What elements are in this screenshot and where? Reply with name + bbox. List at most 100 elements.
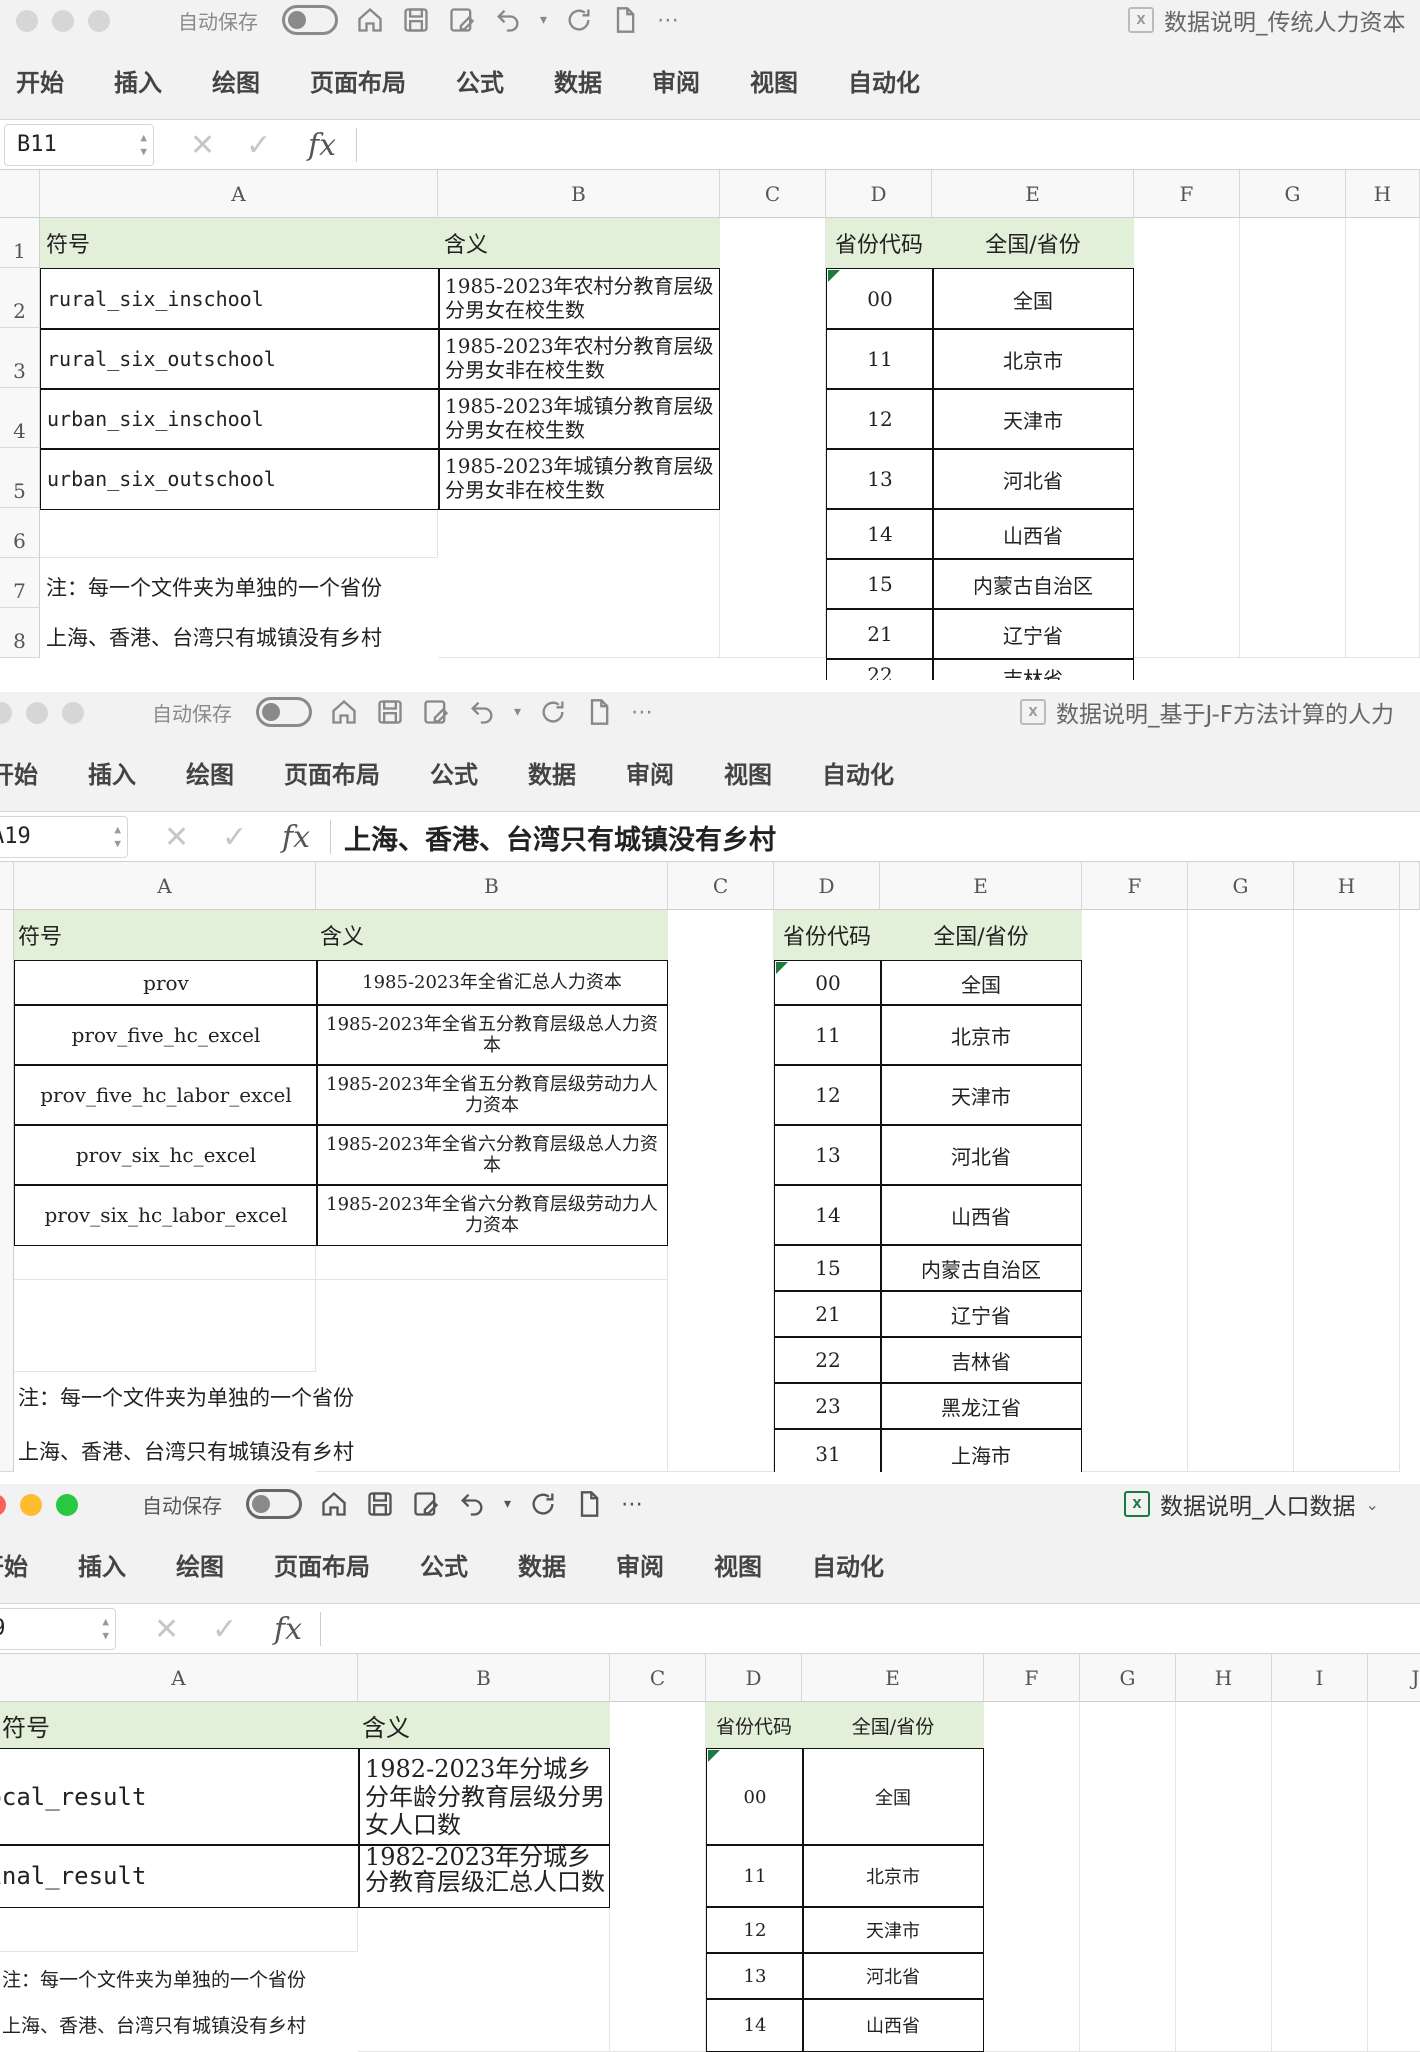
cancel-icon[interactable]: ✕ xyxy=(164,812,189,862)
column-header-b[interactable]: B xyxy=(438,170,720,218)
name-box[interactable]: B11 ▲ ▼ xyxy=(4,124,154,166)
name-box-stepper-icon[interactable]: ▲ ▼ xyxy=(140,131,147,159)
meaning-cell[interactable]: 1982-2023年分城乡分年龄分教育层级分男女人口数 xyxy=(358,1748,610,1846)
province-code-cell[interactable]: 14 xyxy=(826,508,934,560)
symbol-cell[interactable]: urban_six_inschool xyxy=(40,388,440,450)
province-code-cell[interactable]: 11 xyxy=(826,328,934,390)
minimize-window-icon[interactable] xyxy=(52,10,74,32)
row-header-strip[interactable] xyxy=(0,910,14,1472)
column-header-c[interactable]: C xyxy=(610,1654,706,1702)
select-all-corner[interactable] xyxy=(0,862,14,910)
province-name-cell[interactable]: 北京市 xyxy=(802,1844,984,1908)
province-name-cell[interactable]: 天津市 xyxy=(880,1064,1082,1126)
column-header-h[interactable]: H xyxy=(1176,1654,1272,1702)
province-name-cell[interactable]: 全国 xyxy=(932,268,1134,330)
meaning-cell[interactable]: 1985-2023年城镇分教育层级分男女非在校生数 xyxy=(438,448,720,510)
symbol-cell[interactable]: final_result xyxy=(0,1844,360,1908)
cell-a-empty[interactable] xyxy=(0,1906,358,1952)
column-header-e[interactable]: E xyxy=(932,170,1134,218)
row-header[interactable]: 5 xyxy=(0,448,40,508)
minimize-window-icon[interactable] xyxy=(20,1494,42,1516)
province-name-cell[interactable]: 北京市 xyxy=(932,328,1134,390)
province-code-cell[interactable]: 12 xyxy=(826,388,934,450)
close-window-icon[interactable] xyxy=(16,10,38,32)
autosave-toggle[interactable] xyxy=(282,5,338,35)
column-header-f[interactable]: F xyxy=(1134,170,1240,218)
more-icon[interactable]: ⋯ xyxy=(657,8,679,33)
undo-dropdown-icon[interactable]: ▾ xyxy=(540,12,547,28)
column-header-e[interactable]: E xyxy=(880,862,1082,910)
province-name-cell[interactable]: 上海市 xyxy=(880,1428,1082,1472)
tab-automate[interactable]: 自动化 xyxy=(848,63,920,98)
tab-view[interactable]: 视图 xyxy=(714,1547,762,1582)
column-header-h[interactable]: H xyxy=(1294,862,1400,910)
insert-function-icon[interactable]: fx xyxy=(274,1604,302,1654)
province-code-cell[interactable]: 12 xyxy=(774,1064,882,1126)
province-code-cell[interactable]: 21 xyxy=(826,608,934,660)
tab-view[interactable]: 视图 xyxy=(750,63,798,98)
zoom-window-icon[interactable] xyxy=(56,1494,78,1516)
grid-column-f[interactable] xyxy=(984,1702,1080,2052)
row-header[interactable]: 7 xyxy=(0,558,40,608)
name-box[interactable]: A19 ▲▼ xyxy=(0,816,128,858)
undo-dropdown-icon[interactable]: ▾ xyxy=(504,1496,511,1512)
province-name-cell[interactable]: 山西省 xyxy=(802,1998,984,2052)
confirm-icon[interactable]: ✓ xyxy=(246,120,271,170)
province-name-cell[interactable]: 北京市 xyxy=(880,1004,1082,1066)
cell-a6[interactable] xyxy=(40,508,438,558)
province-code-cell[interactable]: 23 xyxy=(774,1382,882,1430)
province-name-cell[interactable]: 全国 xyxy=(880,960,1082,1006)
grid-column-c[interactable] xyxy=(610,1702,706,2052)
column-header-e[interactable]: E xyxy=(802,1654,984,1702)
province-code-cell[interactable]: 14 xyxy=(774,1184,882,1246)
name-box-stepper-icon[interactable]: ▲ ▼ xyxy=(102,1615,109,1643)
cell-a-empty[interactable] xyxy=(14,1280,316,1372)
tab-review[interactable]: 审阅 xyxy=(652,63,700,98)
grid-column-h[interactable] xyxy=(1176,1702,1272,2052)
tab-automate[interactable]: 自动化 xyxy=(812,1547,884,1582)
column-header-b[interactable]: B xyxy=(316,862,668,910)
save-icon[interactable] xyxy=(402,6,430,34)
symbol-cell[interactable]: prov_five_hc_labor_excel xyxy=(14,1064,318,1126)
save-as-icon[interactable] xyxy=(448,6,476,34)
home-icon[interactable] xyxy=(330,698,358,726)
tab-insert[interactable]: 插入 xyxy=(78,1547,126,1582)
grid-column-h[interactable] xyxy=(1294,910,1400,1472)
province-code-cell[interactable]: 14 xyxy=(706,1998,804,2052)
grid-column-h[interactable] xyxy=(1346,218,1420,658)
confirm-icon[interactable]: ✓ xyxy=(222,812,247,862)
grid-column-j[interactable] xyxy=(1368,1702,1420,2052)
province-code-cell[interactable]: 00 xyxy=(706,1748,804,1846)
province-name-cell[interactable]: 辽宁省 xyxy=(880,1290,1082,1338)
name-box-stepper-icon[interactable]: ▲ ▼ xyxy=(114,823,121,851)
autosave-toggle[interactable] xyxy=(246,1489,302,1519)
province-code-cell[interactable]: 15 xyxy=(774,1244,882,1292)
column-header-h[interactable]: H xyxy=(1346,170,1420,218)
province-name-cell[interactable]: 河北省 xyxy=(932,448,1134,510)
province-name-cell[interactable]: 天津市 xyxy=(802,1906,984,1954)
symbol-cell[interactable]: prov xyxy=(14,960,318,1006)
row-header[interactable]: 1 xyxy=(0,218,40,268)
meaning-cell[interactable]: 1985-2023年农村分教育层级分男女非在校生数 xyxy=(438,328,720,390)
tab-view[interactable]: 视图 xyxy=(724,755,772,790)
province-code-cell[interactable]: 22 xyxy=(826,658,934,680)
grid-column-f[interactable] xyxy=(1134,218,1240,658)
province-name-cell[interactable]: 天津市 xyxy=(932,388,1134,450)
tab-insert[interactable]: 插入 xyxy=(88,755,136,790)
meaning-cell[interactable]: 1985-2023年全省五分教育层级劳动力人力资本 xyxy=(316,1064,668,1126)
note-cell[interactable]: 上海、香港、台湾只有城镇没有乡村 xyxy=(14,1418,514,1472)
column-header-g[interactable]: G xyxy=(1240,170,1346,218)
save-icon[interactable] xyxy=(376,698,404,726)
undo-icon[interactable] xyxy=(494,6,522,34)
grid-column-c[interactable] xyxy=(720,218,826,658)
meaning-cell[interactable]: 1985-2023年全省五分教育层级总人力资本 xyxy=(316,1004,668,1066)
note-cell[interactable]: 注：每一个文件夹为单独的一个省份 xyxy=(0,1952,500,1998)
meaning-cell[interactable]: 1985-2023年城镇分教育层级分男女在校生数 xyxy=(438,388,720,450)
row-header[interactable]: 3 xyxy=(0,328,40,388)
name-box[interactable]: A9 ▲▼ xyxy=(0,1608,116,1650)
province-code-cell[interactable]: 11 xyxy=(774,1004,882,1066)
column-header-c[interactable]: C xyxy=(720,170,826,218)
insert-function-icon[interactable]: fx xyxy=(308,120,336,170)
tab-insert[interactable]: 插入 xyxy=(114,63,162,98)
tab-automate[interactable]: 自动化 xyxy=(822,755,894,790)
